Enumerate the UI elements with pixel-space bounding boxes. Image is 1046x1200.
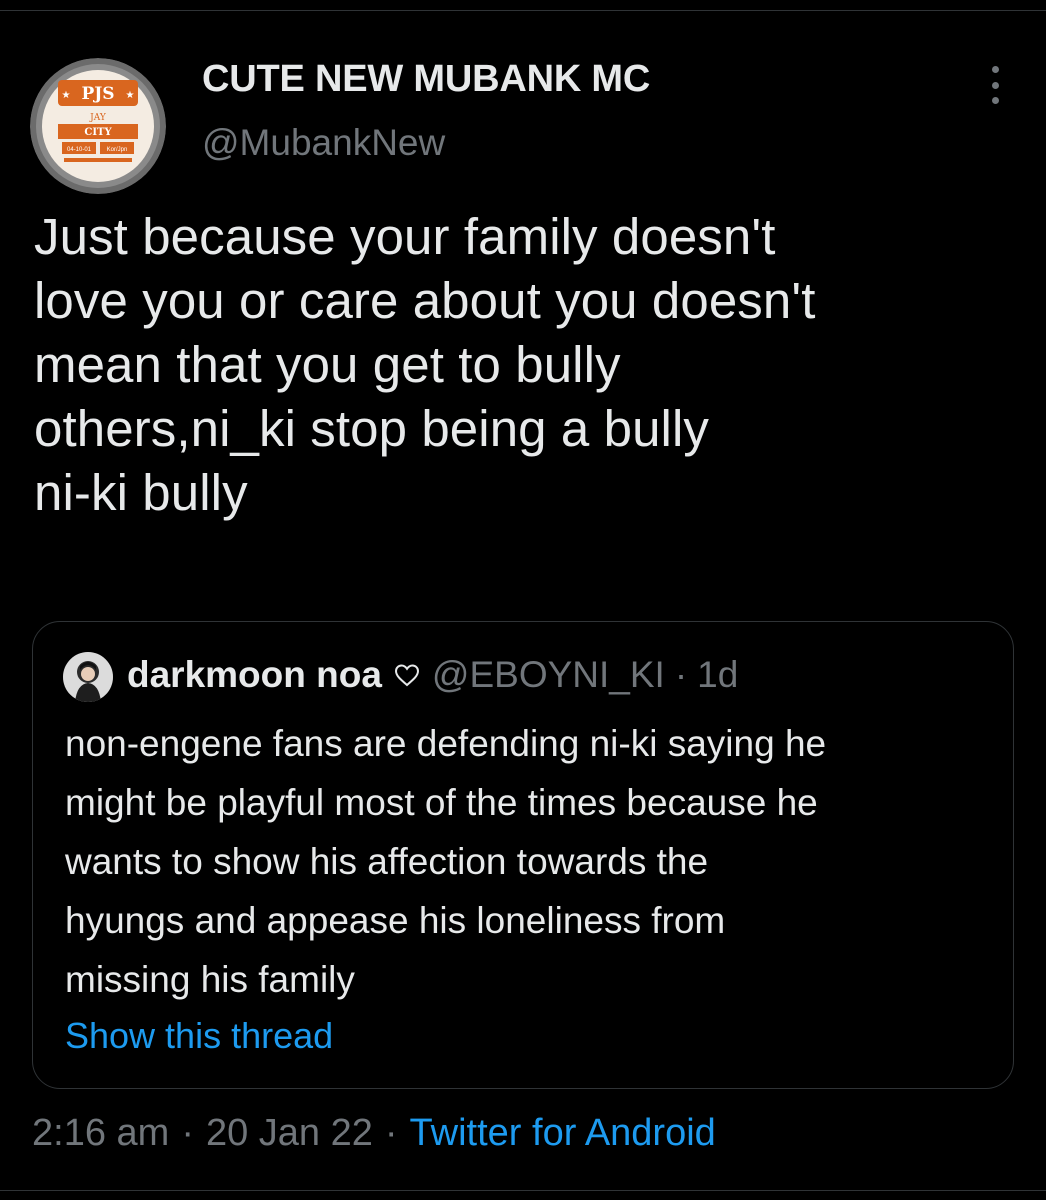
badge-title: PJS — [81, 84, 114, 104]
quoted-author-avatar[interactable] — [63, 652, 113, 702]
quoted-text-line: non-engene fans are defending ni-ki sayi… — [65, 723, 827, 764]
quoted-tweet-text: non-engene fans are defending ni-ki sayi… — [65, 714, 995, 1009]
quoted-text-line: missing his family — [65, 959, 355, 1000]
tweet-date[interactable]: 20 Jan 22 — [206, 1112, 373, 1155]
avatar-badge-image: PJS ★ ★ JAY CITY 04-10-01 Kor/Jpn — [30, 58, 166, 194]
quoted-text-line: wants to show his affection towards the — [65, 841, 709, 882]
svg-text:★: ★ — [126, 90, 135, 101]
more-dot — [991, 97, 999, 104]
quoted-timestamp[interactable]: 1d — [697, 654, 738, 696]
badge-line1: JAY — [89, 113, 107, 123]
top-divider — [0, 10, 1046, 11]
meta-separator: · — [181, 1112, 194, 1154]
tweet-text: Just because your family doesn't love yo… — [34, 208, 816, 521]
tweet-source-link[interactable]: Twitter for Android — [410, 1112, 716, 1155]
tweet-time[interactable]: 2:16 am — [32, 1112, 169, 1155]
badge-line3: 04-10-01 — [67, 147, 92, 153]
heart-outline-icon — [394, 664, 419, 687]
quoted-text-line: hyungs and appease his loneliness from — [65, 900, 726, 941]
quoted-text-line: might be playful most of the times becau… — [65, 782, 818, 823]
author-display-name[interactable]: CUTE NEW MUBANK MC — [202, 58, 650, 101]
quoted-author-handle[interactable]: @EBOYNI_KI — [432, 654, 665, 696]
bottom-divider — [0, 1190, 1046, 1191]
more-dot — [991, 66, 999, 73]
more-dot — [991, 81, 999, 89]
quoted-separator: · — [674, 654, 688, 695]
meta-separator: · — [384, 1112, 398, 1154]
quoted-tweet-card[interactable]: darkmoon noa @EBOYNI_KI · 1d non-engene … — [32, 621, 1014, 1089]
quoted-avatar-image — [63, 652, 113, 702]
badge-line2: CITY — [84, 127, 112, 138]
author-avatar[interactable]: PJS ★ ★ JAY CITY 04-10-01 Kor/Jpn — [30, 58, 166, 194]
svg-text:★: ★ — [62, 90, 71, 101]
tweet-meta: 2:16 am · 20 Jan 22 · Twitter for Androi… — [32, 1112, 716, 1155]
author-handle[interactable]: @MubankNew — [202, 122, 445, 164]
quoted-tweet-header: darkmoon noa @EBOYNI_KI · 1d — [127, 654, 738, 696]
quoted-author-name[interactable]: darkmoon noa — [127, 654, 382, 696]
more-options-icon[interactable] — [980, 66, 1010, 104]
badge-line4: Kor/Jpn — [107, 147, 128, 153]
show-thread-link[interactable]: Show this thread — [65, 1015, 333, 1057]
